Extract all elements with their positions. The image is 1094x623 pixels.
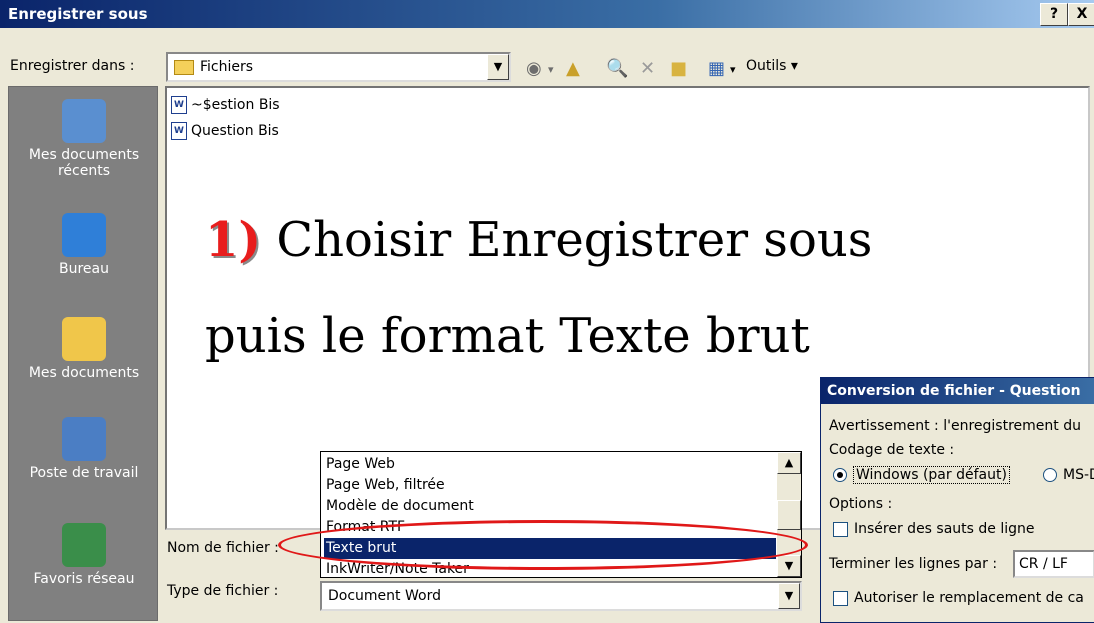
desktop-icon [62,213,106,257]
radio-windows-control[interactable] [833,468,847,482]
close-button[interactable]: X [1068,3,1094,26]
up-folder-icon[interactable]: ▲ [566,58,580,79]
place-label: Bureau [59,261,109,277]
place-label: Mes documents récents [28,147,140,179]
radio-msdos-control[interactable] [1043,468,1057,482]
insert-breaks-box[interactable] [833,521,848,537]
end-lines-field[interactable]: CR / LF [1013,550,1094,578]
scroll-down-button[interactable]: ▼ [777,555,801,577]
dropdown-item[interactable]: Modèle de document [324,496,776,517]
back-icon[interactable]: ◉ [526,58,542,79]
encoding-label: Codage de texte : [829,442,955,458]
filetype-label: Type de fichier : [167,583,279,599]
radio-windows[interactable]: Windows (par défaut) [833,466,1010,484]
search-web-icon[interactable]: 🔍 [606,58,628,79]
file-item[interactable]: W Question Bis [171,122,279,140]
help-button[interactable]: ? [1040,3,1068,26]
annotation-text: Choisir Enregistrer sous [261,212,873,268]
highlight-oval [278,520,808,570]
file-item[interactable]: W ~$estion Bis [171,96,280,114]
tools-menu[interactable]: Outils ▾ [746,58,798,74]
radio-msdos[interactable]: MS-D [1043,467,1094,483]
place-label: Poste de travail [29,465,139,481]
conversion-dialog-title: Conversion de fichier - Question [821,378,1094,404]
word-document-icon: W [171,96,187,114]
save-in-label: Enregistrer dans : [10,58,135,74]
scroll-up-button[interactable]: ▲ [777,452,801,474]
radio-msdos-label: MS-D [1063,467,1094,483]
my-documents-icon [62,317,106,361]
end-lines-value: CR / LF [1019,556,1068,572]
place-my-documents[interactable]: Mes documents [9,317,159,381]
place-label: Favoris réseau [33,571,135,587]
dropdown-item[interactable]: Page Web, filtrée [324,475,776,496]
annotation-number: 1) [205,212,262,268]
annotation-line-2: puis le format Texte brut [205,308,810,364]
place-desktop[interactable]: Bureau [9,213,159,277]
place-my-computer[interactable]: Poste de travail [9,417,159,481]
back-dropdown-icon[interactable]: ▾ [548,63,554,76]
dropdown-item[interactable]: Page Web [324,454,776,475]
word-document-icon: W [171,122,187,140]
file-name: Question Bis [191,123,279,139]
annotation-line-1: 1) Choisir Enregistrer sous [205,212,872,268]
window-title: Enregistrer sous [8,5,148,23]
conversion-dialog: Conversion de fichier - Question Avertis… [820,377,1094,623]
folder-icon [174,60,194,75]
options-label: Options : [829,496,893,512]
allow-replace-checkbox[interactable]: Autoriser le remplacement de ca [833,590,1084,606]
new-folder-icon[interactable]: ■ [670,58,687,79]
window-titlebar: Enregistrer sous ? X [0,0,1094,28]
annotation-text: puis le format Texte brut [205,308,810,364]
filetype-value: Document Word [328,588,441,604]
end-lines-label: Terminer les lignes par : [829,556,998,572]
place-recent-documents[interactable]: Mes documents récents [9,99,159,179]
filename-label: Nom de fichier : [167,540,279,556]
save-in-dropdown-button[interactable]: ▼ [487,54,509,80]
save-in-combo[interactable]: Fichiers ▼ [166,52,511,82]
network-places-icon [62,523,106,567]
delete-icon[interactable]: ✕ [640,58,655,79]
place-label: Mes documents [28,365,140,381]
dropdown-scrollbar[interactable]: ▲ ▼ [777,452,801,577]
insert-breaks-label: Insérer des sauts de ligne [854,521,1035,537]
conversion-warning: Avertissement : l'enregistrement du [829,418,1081,434]
allow-replace-box[interactable] [833,590,848,606]
my-computer-icon [62,417,106,461]
save-in-value: Fichiers [200,59,254,75]
file-name: ~$estion Bis [191,97,280,113]
places-bar: Mes documents récents Bureau Mes documen… [8,86,158,621]
radio-windows-label: Windows (par défaut) [853,466,1010,484]
place-network[interactable]: Favoris réseau [9,523,159,587]
recent-documents-icon [62,99,106,143]
insert-breaks-checkbox[interactable]: Insérer des sauts de ligne [833,521,1035,537]
scroll-thumb[interactable] [777,500,801,530]
filetype-combo[interactable]: Document Word ▼ [320,581,802,611]
allow-replace-label: Autoriser le remplacement de ca [854,590,1084,606]
views-dropdown-icon[interactable]: ▾ [730,63,736,76]
filetype-dropdown-button[interactable]: ▼ [778,583,800,609]
views-icon[interactable]: ▦ [708,58,725,79]
